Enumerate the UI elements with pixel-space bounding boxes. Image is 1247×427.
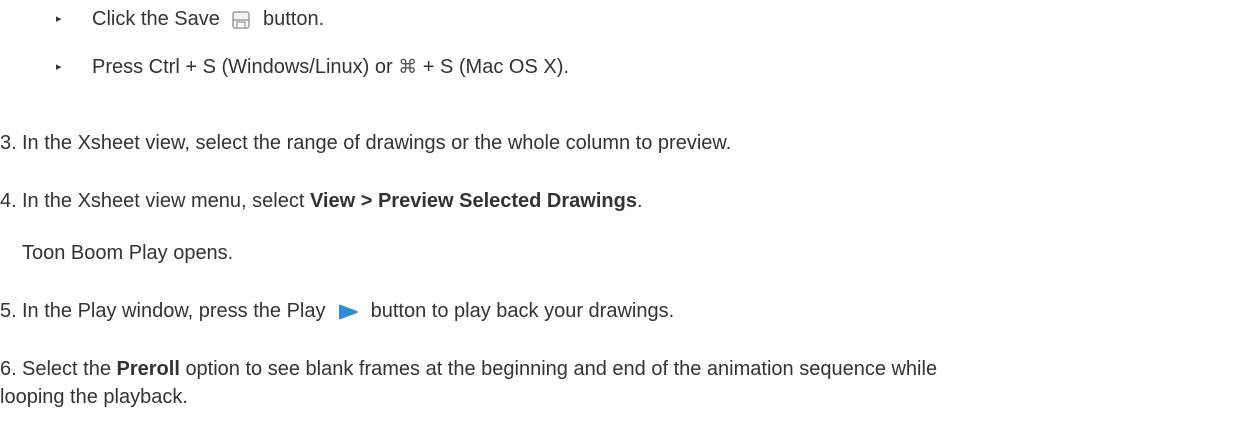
bullet-text: button. [262,8,325,30]
step-4-note: Toon Boom Play opens. [22,240,233,266]
step-number: 4. [0,190,17,212]
bullet-item-shortcut: Press Ctrl + S (Windows/Linux) or ⌘ + S … [92,54,569,80]
step-text: looping the playback. [0,386,188,408]
step-number: 5. [0,300,17,322]
bullet-marker: ▸ [56,13,62,25]
bullet-item-save: Click the Save button. [92,6,324,32]
option-name: Preroll [116,358,180,380]
bullet-text: Click the Save [92,8,220,30]
save-icon [231,10,251,30]
bullet-text: + S (Mac OS X). [422,56,569,78]
step-text: In the Xsheet view, select the range of … [22,132,732,154]
step-text: button to play back your drawings. [370,300,675,322]
command-key-glyph: ⌘ [398,56,418,78]
step-text: Select the [22,358,111,380]
step-text-end: . [636,190,643,212]
step-text: In the Xsheet view menu, select [22,190,305,212]
step-text: In the Play window, press the Play [22,300,326,322]
step-number: 3. [0,132,17,154]
bullet-text: Press Ctrl + S (Windows/Linux) or [92,56,393,78]
play-icon [337,304,359,320]
step-number: 6. [0,358,17,380]
step-text: option to see blank frames at the beginn… [185,358,938,380]
note-text: Toon Boom Play opens. [22,242,234,264]
step-6-continuation: looping the playback. [0,384,188,410]
bullet-marker: ▸ [56,61,62,73]
menu-path: View > Preview Selected Drawings [309,190,637,212]
